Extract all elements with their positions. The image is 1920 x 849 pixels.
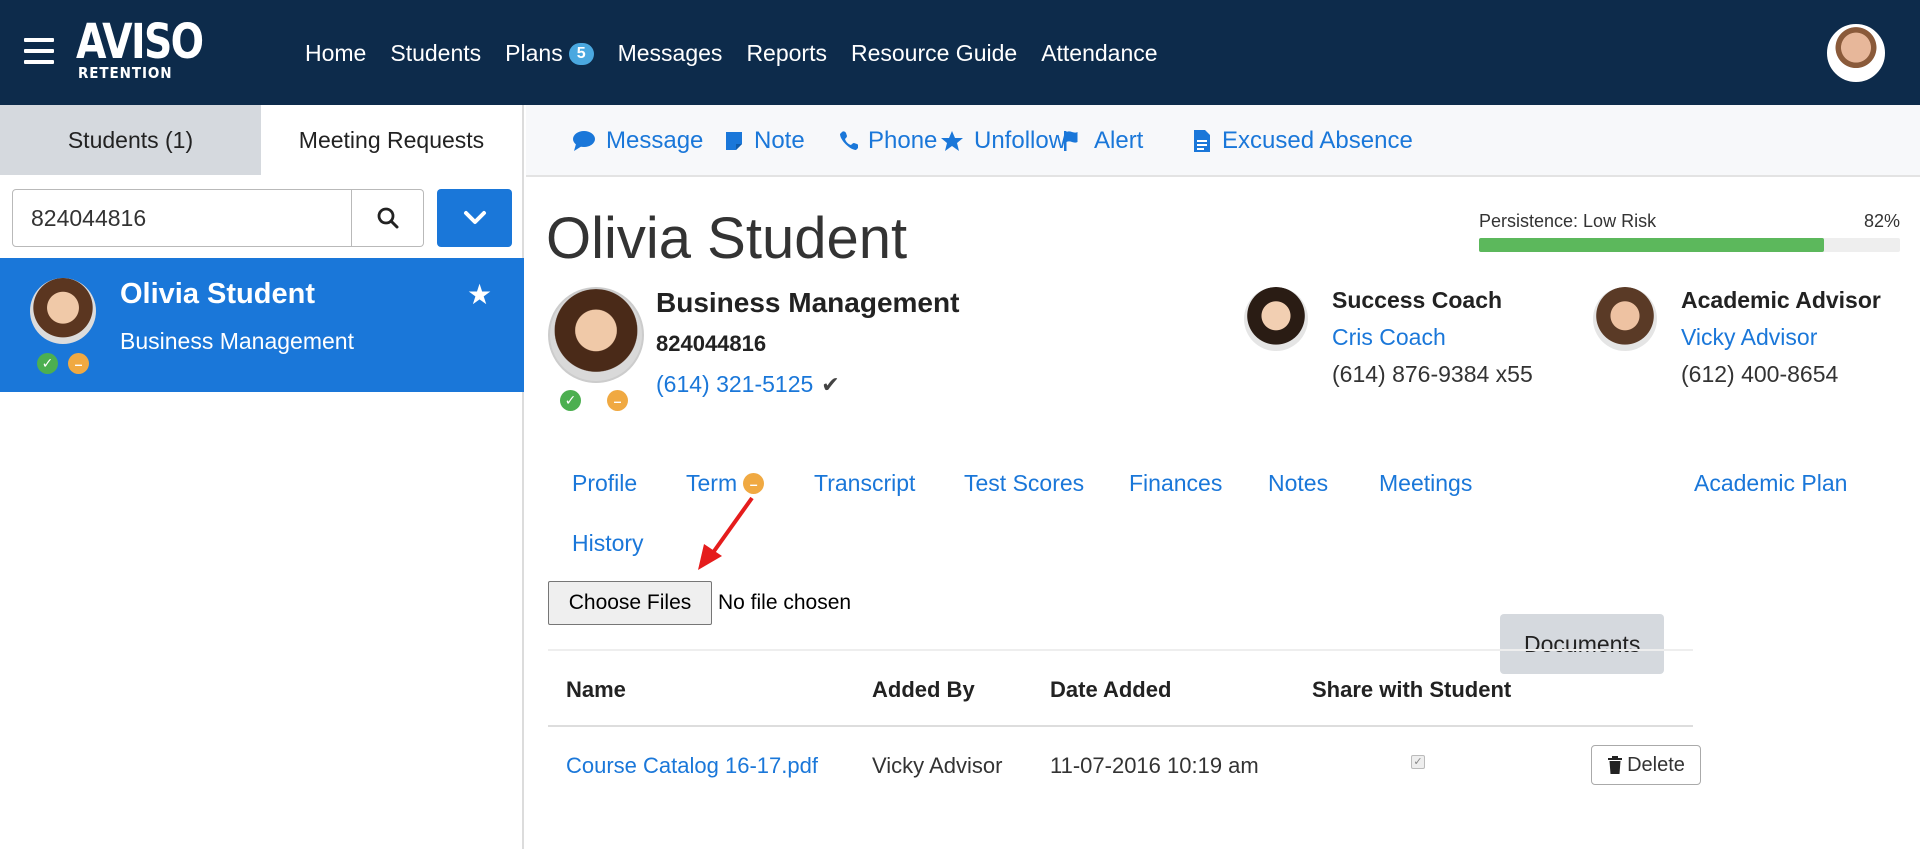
trash-icon (1608, 756, 1623, 774)
column-name: Name (566, 677, 626, 702)
persistence-label: Persistence: Low Risk (1479, 211, 1657, 231)
persistence-bar-fill (1479, 238, 1825, 252)
minus-status-icon: – (68, 353, 89, 374)
search-icon (377, 207, 398, 229)
verified-check-icon: ✔ (821, 371, 840, 397)
main-nav: Home Students Plans 5 Messages Reports Re… (305, 40, 1182, 67)
student-avatar (548, 287, 644, 383)
logo[interactable]: AVISO RETENTION (76, 18, 204, 88)
nav-plans-label: Plans (505, 40, 563, 66)
coach-role: Success Coach (1332, 287, 1503, 313)
column-date-added: Date Added (1050, 677, 1172, 702)
chevron-down-icon (463, 211, 486, 224)
student-search-input[interactable]: 824044816 (12, 189, 352, 247)
coach-name-link[interactable]: Cris Coach (1332, 324, 1533, 351)
chat-bubble-icon (573, 131, 595, 151)
phone-button[interactable]: Phone (838, 127, 937, 155)
excused-absence-button[interactable]: Excused Absence (1192, 127, 1413, 155)
nav-home[interactable]: Home (305, 40, 366, 67)
date-added: 11-07-2016 10:19 am (1050, 753, 1259, 778)
action-bar: Message Note Phone Alert Unfollow Excuse… (526, 105, 1920, 177)
advisor-role: Academic Advisor (1681, 287, 1881, 313)
column-added-by: Added By (872, 677, 975, 702)
message-button[interactable]: Message (572, 127, 703, 155)
table-row: Course Catalog 16-17.pdf Vicky Advisor 1… (548, 727, 1701, 807)
persistence-meter: Persistence: Low Risk 82% (1479, 211, 1900, 252)
persistence-percent: 82% (1863, 211, 1900, 231)
tab-history[interactable]: History (572, 530, 644, 557)
plans-count-badge: 5 (568, 42, 594, 65)
student-major: Business Management (120, 328, 354, 354)
student-photo (30, 278, 96, 344)
nav-resource-guide[interactable]: Resource Guide (851, 40, 1017, 67)
check-status-icon: ✓ (560, 390, 581, 411)
minus-status-icon: – (607, 390, 628, 411)
student-list-item[interactable]: Olivia Student Business Management ★ ✓ – (0, 258, 524, 392)
table-header: Name Added By Date Added Share with Stud… (548, 651, 1693, 727)
tab-students[interactable]: Students (1) (0, 105, 261, 175)
unfollow-button[interactable]: Unfollow (940, 127, 1066, 155)
user-avatar[interactable] (1827, 24, 1885, 82)
nav-reports[interactable]: Reports (746, 40, 827, 67)
success-coach-contact: Success Coach Cris Coach (614) 876-9384 … (1244, 287, 1533, 388)
coach-phone: (614) 876-9384 x55 (1332, 361, 1533, 387)
alert-button[interactable]: Alert (1062, 127, 1143, 155)
nav-students[interactable]: Students (390, 40, 481, 67)
document-link[interactable]: Course Catalog 16-17.pdf (566, 753, 818, 779)
added-by: Vicky Advisor (872, 753, 1003, 778)
share-checkbox[interactable]: ✓ (1411, 755, 1425, 769)
tab-notes[interactable]: Notes (1268, 470, 1328, 497)
sticky-note-icon (726, 132, 742, 150)
minus-status-icon: – (743, 473, 765, 494)
filter-dropdown-button[interactable] (437, 189, 512, 247)
student-list-panel: Students (1) Meeting Requests 824044816 … (0, 105, 524, 849)
student-phone-link[interactable]: (614) 321-5125 (656, 371, 813, 398)
nav-messages[interactable]: Messages (618, 40, 723, 67)
top-navbar: AVISO RETENTION Home Students Plans 5 Mes… (0, 0, 1920, 105)
menu-icon[interactable] (24, 38, 54, 64)
tab-academic-plan[interactable]: Academic Plan (1694, 470, 1847, 497)
nav-attendance[interactable]: Attendance (1041, 40, 1157, 67)
page-title: Olivia Student (546, 206, 908, 271)
coach-photo (1244, 287, 1308, 351)
star-icon (941, 131, 963, 151)
advisor-photo (1593, 287, 1657, 351)
documents-table: Name Added By Date Added Share with Stud… (548, 649, 1701, 807)
student-id: 824044816 (656, 331, 767, 356)
tab-test-scores[interactable]: Test Scores (964, 470, 1084, 497)
delete-button[interactable]: Delete (1591, 745, 1701, 785)
tab-transcript[interactable]: Transcript (814, 470, 915, 497)
nav-plans[interactable]: Plans 5 (505, 40, 594, 67)
advisor-name-link[interactable]: Vicky Advisor (1681, 324, 1881, 351)
file-status: No file chosen (718, 591, 852, 614)
annotation-arrow (698, 496, 754, 570)
tab-profile[interactable]: Profile (572, 470, 637, 497)
document-icon (1194, 130, 1210, 152)
note-button[interactable]: Note (724, 127, 805, 155)
advisor-phone: (612) 400-8654 (1681, 361, 1839, 387)
check-status-icon: ✓ (37, 353, 58, 374)
column-share: Share with Student (1312, 677, 1512, 702)
star-icon[interactable]: ★ (467, 278, 492, 311)
tab-meeting-requests[interactable]: Meeting Requests (261, 105, 522, 175)
search-button[interactable] (352, 189, 424, 247)
student-major: Business Management (656, 287, 960, 318)
tab-meetings[interactable]: Meetings (1379, 470, 1472, 497)
student-name: Olivia Student (120, 278, 315, 310)
choose-files-button[interactable]: Choose Files (548, 581, 712, 625)
phone-icon (840, 131, 858, 150)
tab-finances[interactable]: Finances (1129, 470, 1222, 497)
academic-advisor-contact: Academic Advisor Vicky Advisor (612) 400… (1593, 287, 1881, 388)
